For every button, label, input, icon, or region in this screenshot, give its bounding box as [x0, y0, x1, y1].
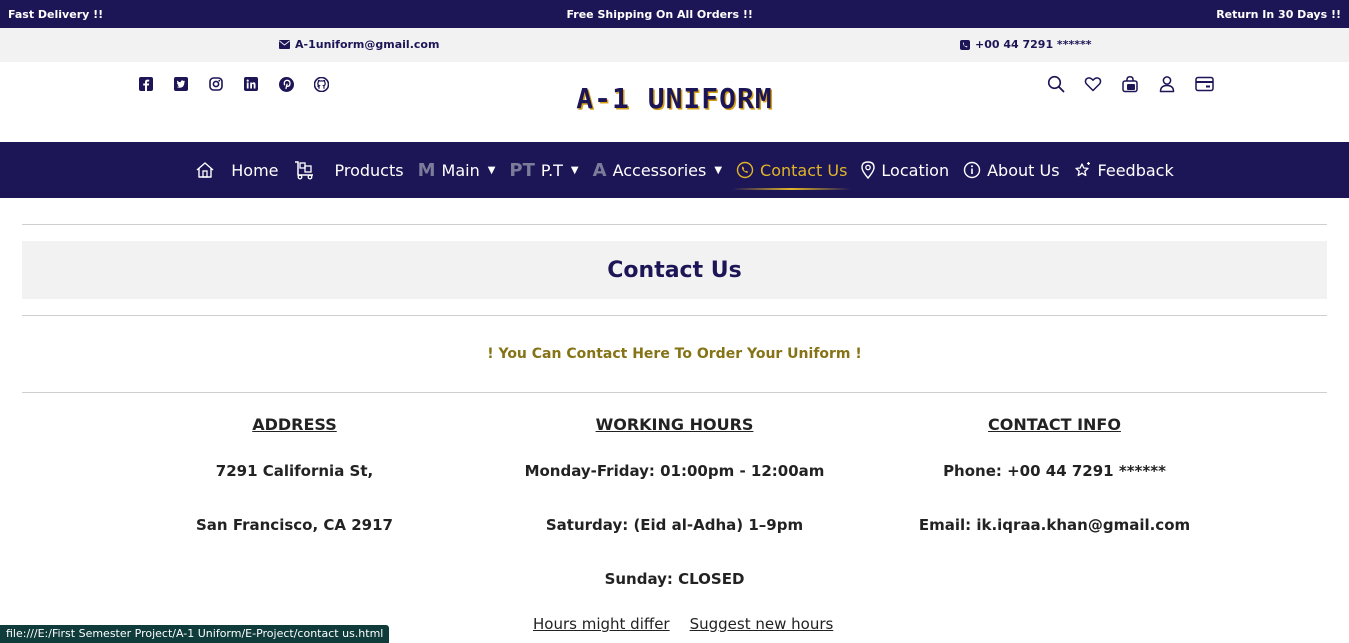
main-navbar: Home Products M Main ▼ PT P.T ▼ A Access… — [0, 142, 1349, 198]
nav-main-label: Main — [441, 160, 480, 180]
contact-info-heading: CONTACT INFO — [988, 415, 1121, 434]
nav-location-label: Location — [881, 160, 950, 180]
user-icon[interactable] — [1156, 73, 1178, 95]
announcement-bar: Fast Delivery !! Free Shipping On All Or… — [0, 0, 1349, 28]
caret-down-icon: ▼ — [487, 164, 496, 176]
address-line-1: 7291 California St, — [215, 462, 374, 480]
dolly-icon — [293, 160, 315, 180]
nav-pt-label: P.T — [540, 160, 563, 180]
nav-about[interactable]: About Us — [963, 142, 1060, 198]
hours-might-differ-link[interactable]: Hours might differ — [533, 615, 670, 633]
home-icon — [195, 161, 215, 179]
nav-feedback[interactable]: Feedback — [1074, 142, 1174, 198]
nav-contact[interactable]: Contact Us — [732, 142, 852, 198]
caret-down-icon: ▼ — [570, 164, 579, 176]
card-icon[interactable] — [1193, 73, 1215, 95]
suggest-new-hours-link[interactable]: Suggest new hours — [690, 615, 834, 633]
search-icon[interactable] — [1045, 73, 1067, 95]
info-circle-icon — [963, 161, 981, 179]
address-line-2: San Francisco, CA 2917 — [196, 516, 393, 534]
page-title: Contact Us — [607, 257, 742, 283]
page-title-box: Contact Us — [22, 241, 1327, 299]
nav-products-label: Products — [334, 160, 404, 180]
contact-info-email: Email: ik.iqraa.khan@gmail.com — [918, 516, 1191, 534]
nav-feedback-label: Feedback — [1097, 160, 1174, 180]
hours-links: Hours might differ Suggest new hours — [533, 615, 833, 633]
address-column: ADDRESS 7291 California St, San Francisc… — [105, 415, 485, 624]
contact-details: ADDRESS 7291 California St, San Francisc… — [22, 393, 1327, 624]
nav-location[interactable]: Location — [861, 142, 949, 198]
heart-icon[interactable] — [1082, 73, 1104, 95]
accessories-prefix-icon: A — [592, 159, 607, 181]
nav-home[interactable]: Home — [195, 142, 279, 198]
envelope-icon — [279, 40, 290, 49]
free-shipping-text: Free Shipping On All Orders !! — [566, 7, 753, 21]
nav-home-label: Home — [231, 160, 279, 180]
nav-pt-dropdown[interactable]: PT P.T ▼ — [509, 142, 578, 198]
caret-down-icon: ▼ — [714, 164, 723, 176]
nav-products[interactable]: Products — [293, 142, 404, 198]
phone-icon — [960, 39, 970, 50]
hours-saturday: Saturday: (Eid al-Adha) 1–9pm — [545, 516, 804, 534]
map-pin-icon — [861, 161, 876, 179]
nav-accessories-label: Accessories — [612, 160, 707, 180]
nav-accessories-dropdown[interactable]: A Accessories ▼ — [593, 142, 722, 198]
nav-contact-label: Contact Us — [760, 160, 848, 180]
hours-sunday: Sunday: CLOSED — [604, 570, 745, 588]
main-prefix-icon: M — [417, 159, 436, 181]
contact-strip: A-1uniform@gmail.com +00 44 7291 ****** — [0, 28, 1349, 62]
browser-status-bar: file:///E:/First Semester Project/A-1 Un… — [0, 625, 390, 643]
address-heading: ADDRESS — [252, 415, 337, 434]
main-content: Contact Us ! You Can Contact Here To Ord… — [0, 224, 1349, 624]
divider — [22, 224, 1327, 225]
header-email-text: A-1uniform@gmail.com — [295, 38, 440, 51]
pt-prefix-icon: PT — [509, 159, 535, 181]
header-email[interactable]: A-1uniform@gmail.com — [279, 38, 439, 51]
header-tools — [1045, 73, 1215, 95]
nav-about-label: About Us — [987, 160, 1060, 180]
site-header: A-1 UNIFORM — [0, 62, 1349, 142]
nav-main-dropdown[interactable]: M Main ▼ — [418, 142, 496, 198]
phone-circle-icon — [736, 161, 754, 179]
hours-column: WORKING HOURS Monday-Friday: 01:00pm - 1… — [485, 415, 865, 624]
hours-weekdays: Monday-Friday: 01:00pm - 12:00am — [524, 462, 825, 480]
star-sparkle-icon — [1074, 161, 1092, 179]
page-tagline: ! You Can Contact Here To Order Your Uni… — [487, 346, 862, 362]
hours-heading: WORKING HOURS — [595, 415, 754, 434]
return-policy-text: Return In 30 Days !! — [1216, 7, 1341, 21]
contact-info-phone: Phone: +00 44 7291 ****** — [943, 462, 1166, 480]
header-phone-text: +00 44 7291 ****** — [975, 38, 1092, 51]
contact-info-column: CONTACT INFO Phone: +00 44 7291 ****** E… — [865, 415, 1245, 624]
bag-icon[interactable] — [1119, 73, 1141, 95]
fast-delivery-text: Fast Delivery !! — [8, 7, 104, 21]
header-phone[interactable]: +00 44 7291 ****** — [960, 38, 1091, 51]
